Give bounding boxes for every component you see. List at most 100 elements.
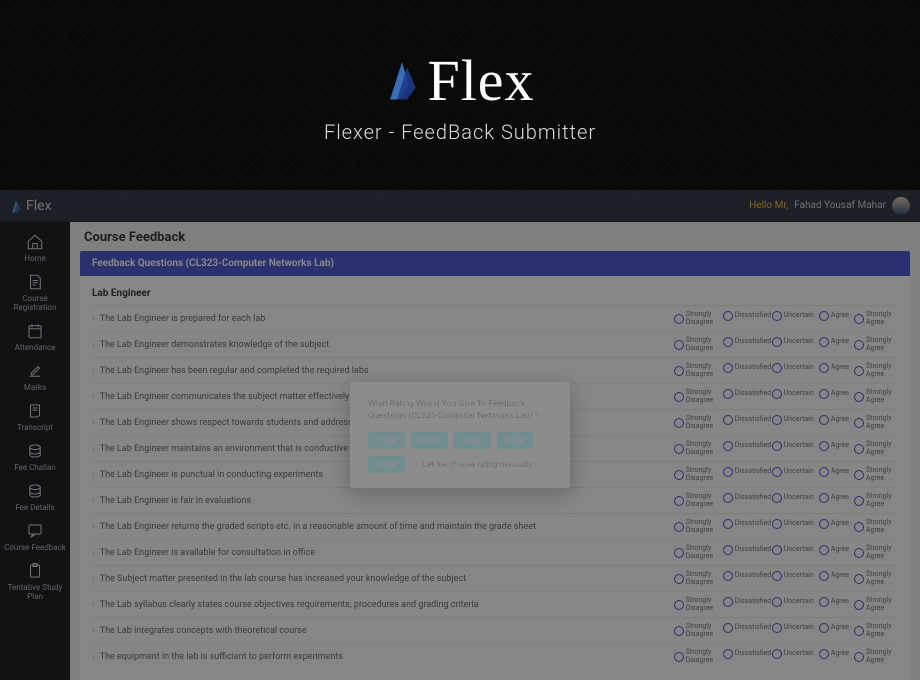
sidebar-item-attendance[interactable]: Attendance <box>0 317 70 357</box>
radio-option[interactable]: Dissatisfied <box>723 493 767 503</box>
radio-option[interactable]: Agree <box>819 519 849 529</box>
radio-option[interactable]: Agree <box>819 363 849 373</box>
option-label: Agree <box>831 624 849 632</box>
question-row: ›The Lab Engineer is prepared for each l… <box>92 305 898 331</box>
radio-option[interactable]: Strongly Disagree <box>674 467 718 482</box>
radio-option[interactable]: Strongly Disagree <box>674 519 718 534</box>
radio-option[interactable]: Strongly Agree <box>854 493 898 508</box>
radio-option[interactable]: Strongly Disagree <box>674 441 718 456</box>
radio-option[interactable]: Uncertain <box>772 623 814 633</box>
radio-option[interactable]: Dissatisfied <box>723 415 767 425</box>
sidebar-item-course-registration[interactable]: Course Registration <box>0 268 70 317</box>
radio-option[interactable]: Agree <box>819 649 849 659</box>
radio-icon <box>819 441 829 451</box>
radio-option[interactable]: Agree <box>819 571 849 581</box>
radio-option[interactable]: Strongly Disagree <box>674 389 718 404</box>
sidebar-item-label: Home <box>24 254 46 263</box>
radio-option[interactable]: Strongly Disagree <box>674 545 718 560</box>
radio-icon <box>772 415 782 425</box>
hero-logo: Flex <box>385 47 534 114</box>
sidebar-item-course-feedback[interactable]: Course Feedback <box>0 517 70 557</box>
radio-option[interactable]: Dissatisfied <box>723 597 767 607</box>
radio-option[interactable]: Dissatisfied <box>723 389 767 399</box>
radio-option[interactable]: Strongly Disagree <box>674 363 718 378</box>
radio-option[interactable]: Agree <box>819 467 849 477</box>
radio-option[interactable]: Dissatisfied <box>723 441 767 451</box>
radio-option[interactable]: Uncertain <box>772 649 814 659</box>
options-group: Strongly Disagree Dissatisfied Uncertain Ag… <box>674 311 898 326</box>
radio-option[interactable]: Uncertain <box>772 597 814 607</box>
radio-option[interactable]: Uncertain <box>772 571 814 581</box>
sidebar-item-fee-details[interactable]: Fee Details <box>0 477 70 517</box>
app-topbar: Flex Hello Mr, Fahad Yousaf Mahar <box>0 190 920 222</box>
radio-option[interactable]: Strongly Disagree <box>674 649 718 664</box>
sidebar-item-transcript[interactable]: Transcript <box>0 397 70 437</box>
radio-option[interactable]: Dissatisfied <box>723 545 767 555</box>
sidebar-item-home[interactable]: Home <box>0 228 70 268</box>
radio-option[interactable]: Agree <box>819 597 849 607</box>
radio-option[interactable]: Dissatisfied <box>723 571 767 581</box>
question-row: ›The equipment in the lab is sufficient … <box>92 643 898 669</box>
radio-option[interactable]: Strongly Disagree <box>674 337 718 352</box>
radio-icon <box>723 597 733 607</box>
radio-option[interactable]: Strongly Agree <box>854 571 898 586</box>
radio-option[interactable]: Strongly Agree <box>854 311 898 326</box>
radio-option[interactable]: Strongly Agree <box>854 415 898 430</box>
radio-option[interactable]: Strongly Agree <box>854 597 898 612</box>
option-label: Dissatisfied <box>735 442 767 450</box>
radio-option[interactable]: Strongly Agree <box>854 441 898 456</box>
radio-option[interactable]: Strongly Disagree <box>674 571 718 586</box>
options-group: Strongly Disagree Dissatisfied Uncertain Ag… <box>674 623 898 638</box>
radio-option[interactable]: Agree <box>819 545 849 555</box>
chevron-right-icon: › <box>92 522 95 532</box>
radio-option[interactable]: Strongly Disagree <box>674 623 718 638</box>
option-label: Strongly Disagree <box>686 597 718 612</box>
sidebar-item-marks[interactable]: Marks <box>0 357 70 397</box>
sidebar-item-tentative-study-plan[interactable]: Tentative Study Plan <box>0 557 70 606</box>
topbar-user[interactable]: Hello Mr, Fahad Yousaf Mahar <box>749 197 910 215</box>
radio-option[interactable]: Agree <box>819 493 849 503</box>
sidebar-item-fee-challan[interactable]: Fee Challan <box>0 437 70 477</box>
radio-option[interactable]: Agree <box>819 441 849 451</box>
radio-option[interactable]: Strongly Agree <box>854 389 898 404</box>
radio-option[interactable]: Dissatisfied <box>723 649 767 659</box>
radio-option[interactable]: Agree <box>819 415 849 425</box>
radio-option[interactable]: Agree <box>819 389 849 399</box>
radio-option[interactable]: Strongly Agree <box>854 623 898 638</box>
radio-option[interactable]: Uncertain <box>772 363 814 373</box>
radio-option[interactable]: Agree <box>819 311 849 321</box>
topbar-logo[interactable]: Flex <box>10 198 52 214</box>
radio-option[interactable]: Dissatisfied <box>723 467 767 477</box>
radio-option[interactable]: Strongly Agree <box>854 519 898 534</box>
radio-option[interactable]: Strongly Disagree <box>674 415 718 430</box>
radio-option[interactable]: Uncertain <box>772 311 814 321</box>
radio-option[interactable]: Uncertain <box>772 545 814 555</box>
radio-option[interactable]: Dissatisfied <box>723 311 767 321</box>
radio-option[interactable]: Dissatisfied <box>723 363 767 373</box>
radio-icon <box>723 467 733 477</box>
radio-option[interactable]: Uncertain <box>772 441 814 451</box>
radio-option[interactable]: Strongly Agree <box>854 337 898 352</box>
radio-option[interactable]: Uncertain <box>772 493 814 503</box>
radio-option[interactable]: Agree <box>819 623 849 633</box>
radio-option[interactable]: Agree <box>819 337 849 347</box>
radio-option[interactable]: Uncertain <box>772 415 814 425</box>
radio-option[interactable]: Strongly Agree <box>854 467 898 482</box>
radio-option[interactable]: Dissatisfied <box>723 337 767 347</box>
radio-icon <box>819 597 829 607</box>
radio-option[interactable]: Dissatisfied <box>723 623 767 633</box>
radio-option[interactable]: Uncertain <box>772 389 814 399</box>
radio-option[interactable]: Uncertain <box>772 467 814 477</box>
option-label: Strongly Disagree <box>686 623 718 638</box>
radio-option[interactable]: Strongly Agree <box>854 649 898 664</box>
option-label: Strongly Disagree <box>686 337 718 352</box>
radio-option[interactable]: Strongly Disagree <box>674 493 718 508</box>
radio-option[interactable]: Uncertain <box>772 519 814 529</box>
radio-option[interactable]: Strongly Agree <box>854 545 898 560</box>
radio-option[interactable]: Strongly Disagree <box>674 597 718 612</box>
radio-option[interactable]: Strongly Agree <box>854 363 898 378</box>
radio-option[interactable]: Uncertain <box>772 337 814 347</box>
radio-option[interactable]: Dissatisfied <box>723 519 767 529</box>
radio-option[interactable]: Strongly Disagree <box>674 311 718 326</box>
avatar[interactable] <box>892 197 910 215</box>
